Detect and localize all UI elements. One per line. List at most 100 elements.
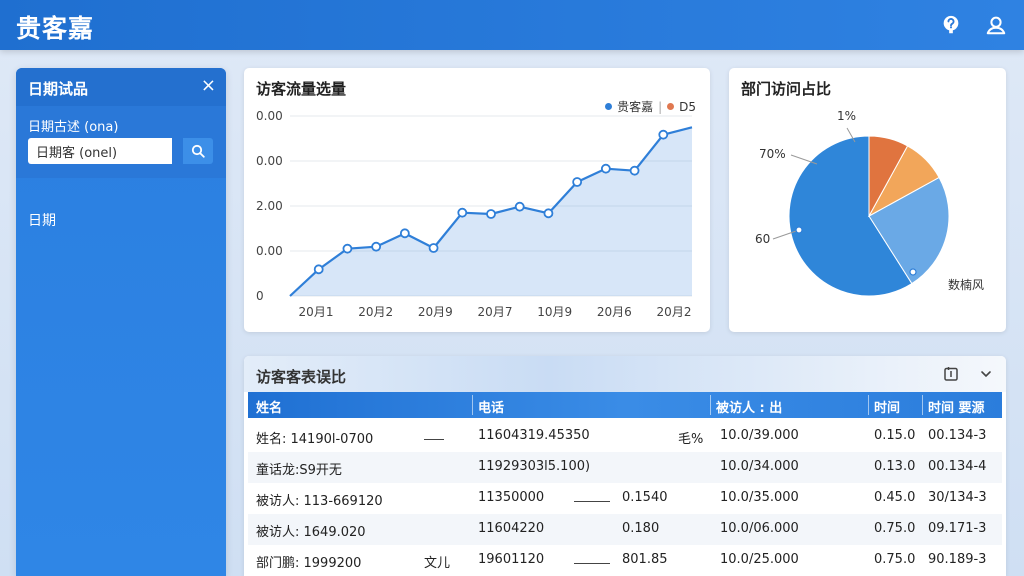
- x-tick-label: 20月9: [418, 305, 453, 319]
- cell-time-source: 90.189-3: [928, 552, 987, 567]
- x-tick-label: 20月1: [299, 305, 334, 319]
- x-tick-label: 20月2: [657, 305, 692, 319]
- cell-host: 10.0/25.000: [720, 552, 799, 567]
- top-bar: 贵客嘉: [0, 0, 1024, 50]
- table-toolbar: 访客客表误比: [244, 356, 1006, 392]
- visitor-table-card: 访客客表误比 姓名 电话 被访人 : 出 时间 时间 要源 姓名: 14190l…: [244, 356, 1006, 576]
- cell-time: 0.45.0: [874, 490, 916, 505]
- cell-extra: 毛%: [678, 432, 704, 447]
- cell-name: 部门鹏: 1999200: [256, 556, 362, 571]
- line-point: [600, 163, 611, 174]
- table-row[interactable]: 被访人: 113-669120 11350000 0.1540 10.0/35.…: [248, 483, 1002, 514]
- line-point: [313, 264, 324, 275]
- date-filter: 日期古述 (ona): [16, 106, 226, 178]
- cell-time-source: 09.171-3: [928, 521, 987, 536]
- column-header-time[interactable]: 时间: [874, 397, 900, 416]
- visitor-flow-card: 访客流量选量 贵客嘉 | D5 0.00 0.00 2.00 0.00 0 20月1 20月…: [244, 68, 710, 332]
- sidebar-item-date[interactable]: 日期: [28, 210, 56, 230]
- cell-time: 0.13.0: [874, 459, 916, 474]
- app-brand: 贵客嘉: [16, 14, 95, 43]
- line-point: [342, 243, 353, 254]
- date-filter-label: 日期古述 (ona): [28, 120, 119, 135]
- pie-marker: [909, 268, 917, 276]
- pie-marker: [795, 226, 803, 234]
- cell-phone: 11604319.45350: [478, 428, 590, 443]
- pie-label: 60: [755, 232, 770, 246]
- cell-extra: 801.85: [622, 552, 668, 567]
- line-point: [658, 129, 669, 140]
- line-point: [543, 208, 554, 219]
- table-row[interactable]: 被访人: 1649.020 11604220 0.180 10.0/06.000…: [248, 514, 1002, 545]
- date-input[interactable]: [28, 138, 172, 164]
- line-point: [629, 165, 640, 176]
- cell-time-source: 30/134-3: [928, 490, 987, 505]
- table-row[interactable]: 童话龙:S9开无 11929303l5.100) 10.0/34.000 0.1…: [248, 452, 1002, 483]
- cell-phone: 19601120: [478, 552, 545, 567]
- y-tick-label: 0.00: [256, 244, 283, 258]
- table-row[interactable]: 部门鹏: 1999200 文儿 19601120 801.85 10.0/25.…: [248, 545, 1002, 576]
- column-header-phone[interactable]: 电话: [478, 397, 504, 416]
- line-point: [514, 201, 525, 212]
- chevron-down-icon[interactable]: [977, 365, 995, 383]
- table-title: 访客客表误比: [256, 368, 347, 386]
- x-tick-label: 20月2: [358, 305, 393, 319]
- cell-name: 被访人: 1649.020: [256, 525, 366, 540]
- y-tick-label: 0: [256, 289, 264, 303]
- column-divider: [710, 395, 711, 415]
- column-header-time-source[interactable]: 时间 要源: [928, 397, 985, 416]
- user-icon[interactable]: [983, 12, 1009, 38]
- cell-divider: [424, 439, 444, 440]
- line-chart: 0.00 0.00 2.00 0.00 0 20月1 20月2 20月9 20月7 10月9 20月…: [256, 109, 693, 319]
- table-header-row: 姓名 电话 被访人 : 出 时间 时间 要源: [248, 392, 1002, 418]
- cell-time-source: 00.134-4: [928, 459, 987, 474]
- line-point: [399, 228, 410, 239]
- close-icon[interactable]: ×: [201, 76, 216, 96]
- pie-label: 70%: [759, 147, 786, 161]
- line-point: [572, 177, 583, 187]
- export-icon[interactable]: [942, 365, 960, 383]
- cell-mark: 文儿: [424, 556, 451, 571]
- search-icon[interactable]: [183, 138, 213, 164]
- cell-phone: 11604220: [478, 521, 545, 536]
- cell-time: 0.15.0: [874, 428, 916, 443]
- help-icon[interactable]: [938, 12, 964, 38]
- x-tick-label: 20月7: [478, 305, 513, 319]
- sidebar-header: 日期试品 ×: [16, 68, 226, 106]
- cell-host: 10.0/34.000: [720, 459, 799, 474]
- line-point: [428, 243, 439, 253]
- x-tick-label: 10月9: [537, 305, 572, 319]
- column-divider: [472, 395, 473, 415]
- line-point: [486, 209, 496, 219]
- cell-divider: [574, 563, 610, 564]
- line-point: [457, 207, 468, 218]
- column-divider: [922, 395, 923, 415]
- cell-name: 童话龙:S9开无: [256, 463, 342, 478]
- cell-extra: 0.1540: [622, 490, 668, 505]
- column-header-host[interactable]: 被访人 : 出: [716, 397, 782, 416]
- column-divider: [868, 395, 869, 415]
- cell-name: 姓名: 14190l-0700: [256, 432, 374, 447]
- x-tick-label: 20月6: [597, 305, 632, 319]
- cell-extra: 0.180: [622, 521, 660, 536]
- column-header-name[interactable]: 姓名: [256, 397, 282, 416]
- pie-chart: 1% 70% 60 数楠风: [755, 109, 984, 297]
- cell-host: 10.0/39.000: [720, 428, 799, 443]
- cell-time: 0.75.0: [874, 552, 916, 567]
- table-row[interactable]: 姓名: 14190l-0700 11604319.45350 毛% 10.0/3…: [248, 421, 1002, 452]
- y-tick-label: 2.00: [256, 199, 283, 213]
- cell-host: 10.0/06.000: [720, 521, 799, 536]
- y-tick-label: 0.00: [256, 109, 283, 123]
- cell-host: 10.0/35.000: [720, 490, 799, 505]
- line-point: [371, 241, 382, 252]
- cell-divider: [574, 501, 610, 502]
- cell-phone: 11929303l5.100): [478, 459, 591, 474]
- pie-label: 1%: [837, 109, 856, 123]
- cell-time: 0.75.0: [874, 521, 916, 536]
- pie-label: 数楠风: [948, 277, 984, 292]
- cell-phone: 11350000: [478, 490, 545, 505]
- cell-time-source: 00.134-3: [928, 428, 987, 443]
- sidebar-title: 日期试品: [28, 80, 89, 98]
- filter-sidebar: 日期试品 × 日期古述 (ona) 日期: [16, 68, 226, 576]
- y-tick-label: 0.00: [256, 154, 283, 168]
- cell-name: 被访人: 113-669120: [256, 494, 383, 509]
